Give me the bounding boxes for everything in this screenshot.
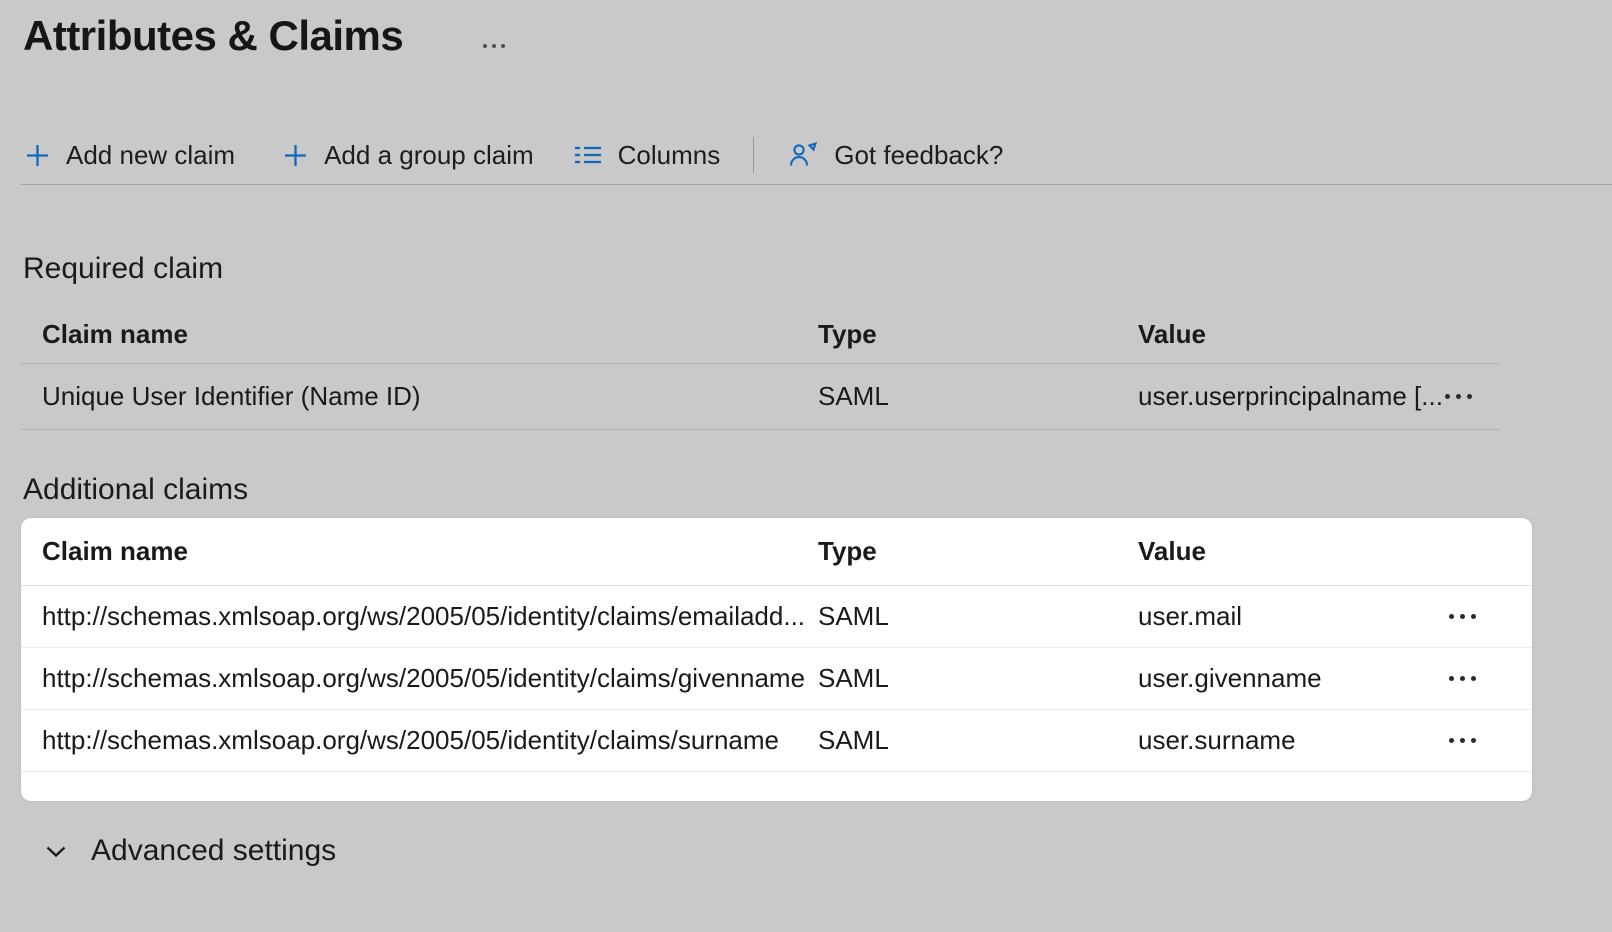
cell-value: user.surname (1138, 725, 1447, 756)
table-row[interactable]: Unique User Identifier (Name ID) SAML us… (21, 364, 1500, 430)
cell-value: user.givenname (1138, 663, 1447, 694)
add-group-claim-label: Add a group claim (324, 140, 534, 171)
ellipsis-icon (1471, 676, 1476, 681)
cell-claim-name: http://schemas.xmlsoap.org/ws/2005/05/id… (42, 601, 818, 632)
cell-type: SAML (818, 725, 1138, 756)
ellipsis-icon (1467, 394, 1472, 399)
ellipsis-icon (1471, 738, 1476, 743)
ellipsis-icon (1471, 614, 1476, 619)
command-bar: Add new claim Add a group claim Columns (24, 131, 1612, 179)
table-row[interactable]: http://schemas.xmlsoap.org/ws/2005/05/id… (21, 648, 1532, 710)
section-title-required-claim: Required claim (23, 252, 223, 286)
column-header-value: Value (1138, 319, 1500, 350)
ellipsis-icon (1456, 394, 1461, 399)
column-header-type: Type (818, 319, 1138, 350)
advanced-settings-toggle[interactable]: Advanced settings (42, 832, 336, 870)
ellipsis-icon (492, 44, 496, 48)
column-header-type: Type (818, 536, 1138, 567)
toolbar-separator (753, 137, 754, 173)
title-menu-button[interactable] (483, 44, 505, 48)
plus-icon (24, 142, 51, 169)
toolbar-divider (21, 184, 1612, 185)
row-menu-button[interactable] (1447, 668, 1478, 689)
cell-claim-name: http://schemas.xmlsoap.org/ws/2005/05/id… (42, 725, 818, 756)
section-title-additional-claims: Additional claims (23, 473, 248, 507)
ellipsis-icon (1460, 614, 1465, 619)
column-header-value: Value (1138, 536, 1532, 567)
ellipsis-icon (1460, 738, 1465, 743)
additional-claims-table: Claim name Type Value http://schemas.xml… (21, 518, 1532, 801)
cell-claim-name: Unique User Identifier (Name ID) (42, 381, 818, 412)
cell-claim-name: http://schemas.xmlsoap.org/ws/2005/05/id… (42, 663, 818, 694)
add-group-claim-button[interactable]: Add a group claim (282, 140, 534, 171)
ellipsis-icon (501, 44, 505, 48)
person-feedback-icon (787, 140, 819, 170)
cell-type: SAML (818, 601, 1138, 632)
cell-type: SAML (818, 663, 1138, 694)
add-new-claim-label: Add new claim (66, 140, 235, 171)
row-menu-button[interactable] (1447, 606, 1478, 627)
required-claims-table: Claim name Type Value Unique User Identi… (21, 306, 1500, 430)
ellipsis-icon (1449, 738, 1454, 743)
advanced-settings-label: Advanced settings (91, 834, 336, 868)
columns-label: Columns (618, 140, 721, 171)
ellipsis-icon (1449, 614, 1454, 619)
columns-button[interactable]: Columns (573, 140, 721, 171)
cell-value: user.mail (1138, 601, 1447, 632)
cell-value: user.userprincipalname [... (1138, 381, 1443, 412)
cell-type: SAML (818, 381, 1138, 412)
table-row[interactable]: http://schemas.xmlsoap.org/ws/2005/05/id… (21, 586, 1532, 648)
plus-icon (282, 142, 309, 169)
columns-icon (573, 142, 603, 168)
page-title: Attributes & Claims (23, 12, 403, 60)
ellipsis-icon (1445, 394, 1450, 399)
add-new-claim-button[interactable]: Add new claim (24, 140, 235, 171)
column-header-claim-name: Claim name (42, 319, 818, 350)
table-row[interactable]: http://schemas.xmlsoap.org/ws/2005/05/id… (21, 710, 1532, 772)
ellipsis-icon (483, 44, 487, 48)
ellipsis-icon (1460, 676, 1465, 681)
column-header-claim-name: Claim name (42, 536, 818, 567)
table-header: Claim name Type Value (21, 306, 1500, 364)
row-menu-button[interactable] (1443, 386, 1474, 407)
got-feedback-label: Got feedback? (834, 140, 1003, 171)
got-feedback-button[interactable]: Got feedback? (787, 140, 1003, 171)
row-menu-button[interactable] (1447, 730, 1478, 751)
chevron-down-icon (42, 837, 70, 865)
table-header: Claim name Type Value (21, 518, 1532, 586)
ellipsis-icon (1449, 676, 1454, 681)
